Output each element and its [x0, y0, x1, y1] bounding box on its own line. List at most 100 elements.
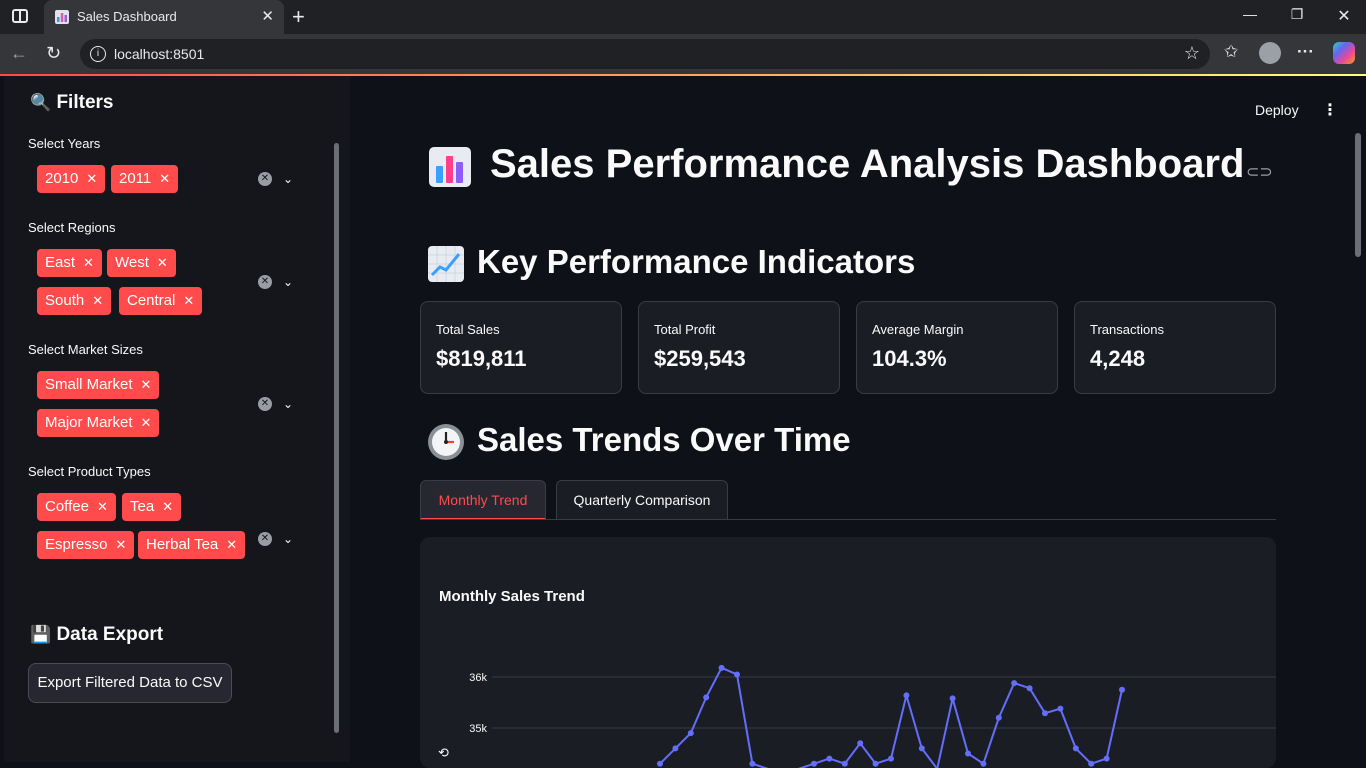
new-tab-icon[interactable]: +: [292, 4, 305, 30]
more-menu-icon[interactable]: ···: [1297, 42, 1314, 62]
export-csv-button[interactable]: Export Filtered Data to CSV: [28, 663, 232, 703]
kpi-value: $819,811: [436, 346, 527, 371]
chip-region-west[interactable]: West ✕: [107, 249, 176, 277]
deploy-button[interactable]: Deploy: [1255, 102, 1299, 118]
remove-chip-icon[interactable]: ✕: [162, 499, 173, 514]
remove-chip-icon[interactable]: ✕: [86, 171, 97, 186]
remove-chip-icon[interactable]: ✕: [157, 255, 168, 270]
bookmark-star-icon[interactable]: ☆: [1184, 43, 1200, 64]
regions-label: Select Regions: [28, 220, 116, 235]
data-point[interactable]: [1088, 760, 1095, 767]
data-point[interactable]: [857, 740, 864, 747]
tab-monthly-trend[interactable]: Monthly Trend: [420, 480, 546, 520]
data-point[interactable]: [1103, 755, 1110, 762]
chip-year-2010[interactable]: 2010 ✕: [37, 165, 106, 193]
data-point[interactable]: [841, 760, 848, 767]
chart-reset-icon[interactable]: ⟲: [438, 745, 449, 761]
main-scrollbar[interactable]: [1355, 133, 1361, 257]
address-bar[interactable]: i localhost:8501 ☆: [80, 39, 1210, 69]
data-point[interactable]: [888, 755, 894, 762]
chevron-down-icon[interactable]: ⌄: [283, 532, 293, 546]
data-point[interactable]: [672, 745, 679, 752]
kpi-value: $259,543: [654, 346, 746, 371]
tab-quarterly-comparison[interactable]: Quarterly Comparison: [556, 480, 728, 520]
site-info-icon[interactable]: i: [90, 46, 106, 62]
data-point[interactable]: [657, 760, 663, 767]
url-text: localhost:8501: [114, 46, 205, 62]
remove-chip-icon[interactable]: ✕: [226, 537, 237, 552]
data-point[interactable]: [918, 745, 925, 752]
data-point[interactable]: [1011, 680, 1018, 687]
data-point[interactable]: [734, 671, 740, 678]
back-icon[interactable]: ←: [10, 43, 28, 64]
remove-chip-icon[interactable]: ✕: [97, 499, 108, 514]
remove-chip-icon[interactable]: ✕: [116, 537, 127, 552]
data-point[interactable]: [811, 760, 817, 767]
remove-chip-icon[interactable]: ✕: [83, 255, 94, 270]
data-point[interactable]: [1057, 705, 1064, 712]
data-export-heading: 💾 Data Export: [30, 624, 164, 645]
restore-icon[interactable]: ❐: [1282, 6, 1312, 23]
data-point[interactable]: [1026, 685, 1033, 692]
chip-major-market[interactable]: Major Market ✕: [37, 409, 160, 437]
favorites-icon[interactable]: ✩: [1224, 42, 1238, 62]
data-point[interactable]: [903, 692, 910, 699]
y-tick-label: 35k: [469, 723, 487, 735]
browser-tab[interactable]: Sales Dashboard ✕: [44, 0, 284, 34]
chip-herbal-tea[interactable]: Herbal Tea ✕: [138, 531, 246, 559]
chevron-down-icon[interactable]: ⌄: [283, 275, 293, 289]
monthly-sales-chart: Monthly Sales Trend 36k 35k ⟲: [420, 537, 1276, 768]
data-point[interactable]: [872, 760, 879, 767]
years-label: Select Years: [28, 136, 101, 151]
remove-chip-icon[interactable]: ✕: [92, 293, 103, 308]
browser-sidebar-icon[interactable]: [12, 9, 28, 23]
chip-coffee[interactable]: Coffee ✕: [37, 493, 116, 521]
chip-year-2011[interactable]: 2011 ✕: [111, 165, 179, 193]
clear-years-icon[interactable]: ✕: [258, 172, 272, 186]
chevron-down-icon[interactable]: ⌄: [283, 172, 293, 186]
reload-icon[interactable]: ↻: [46, 43, 61, 64]
magnifier-icon: 🔍: [30, 93, 52, 112]
profile-avatar[interactable]: [1259, 42, 1281, 64]
minimize-icon[interactable]: —: [1235, 6, 1265, 22]
remove-chip-icon[interactable]: ✕: [141, 415, 152, 430]
data-point[interactable]: [949, 695, 956, 702]
product-types-label: Select Product Types: [28, 464, 151, 479]
close-tab-icon[interactable]: ✕: [261, 7, 274, 25]
data-point[interactable]: [1072, 745, 1079, 752]
chart-plot[interactable]: 36k 35k: [420, 537, 1276, 768]
kpi-value: 4,248: [1090, 346, 1146, 371]
close-window-icon[interactable]: ✕: [1329, 6, 1359, 26]
main-menu-icon[interactable]: ⋮: [1322, 100, 1338, 120]
kpi-card-total-profit: Total Profit $259,543: [638, 301, 840, 394]
chip-small-market[interactable]: Small Market ✕: [37, 371, 160, 399]
data-point[interactable]: [749, 760, 756, 767]
chip-region-east[interactable]: East ✕: [37, 249, 102, 277]
data-point[interactable]: [718, 664, 725, 671]
sidebar-scrollbar[interactable]: [334, 143, 339, 733]
clear-regions-icon[interactable]: ✕: [258, 275, 272, 289]
copilot-icon[interactable]: [1333, 42, 1355, 64]
anchor-link-icon[interactable]: ⊂⊃: [1246, 162, 1273, 182]
remove-chip-icon[interactable]: ✕: [183, 293, 194, 308]
data-point[interactable]: [965, 750, 971, 757]
clear-market-sizes-icon[interactable]: ✕: [258, 397, 272, 411]
data-point[interactable]: [687, 730, 694, 737]
chevron-down-icon[interactable]: ⌄: [283, 397, 293, 411]
remove-chip-icon[interactable]: ✕: [141, 377, 152, 392]
clear-product-types-icon[interactable]: ✕: [258, 532, 272, 546]
data-point[interactable]: [1042, 710, 1048, 717]
data-point[interactable]: [1119, 686, 1125, 693]
chip-region-central[interactable]: Central ✕: [119, 287, 203, 315]
data-point[interactable]: [995, 714, 1002, 721]
chip-tea[interactable]: Tea ✕: [122, 493, 182, 521]
chip-espresso[interactable]: Espresso ✕: [37, 531, 135, 559]
chip-region-south[interactable]: South ✕: [37, 287, 112, 315]
data-point[interactable]: [980, 760, 987, 767]
data-point[interactable]: [826, 755, 833, 762]
kpi-card-transactions: Transactions 4,248: [1074, 301, 1276, 394]
tab-underline: [420, 519, 1276, 520]
data-point[interactable]: [703, 694, 710, 701]
kpi-label: Transactions: [1090, 322, 1164, 337]
remove-chip-icon[interactable]: ✕: [159, 171, 170, 186]
